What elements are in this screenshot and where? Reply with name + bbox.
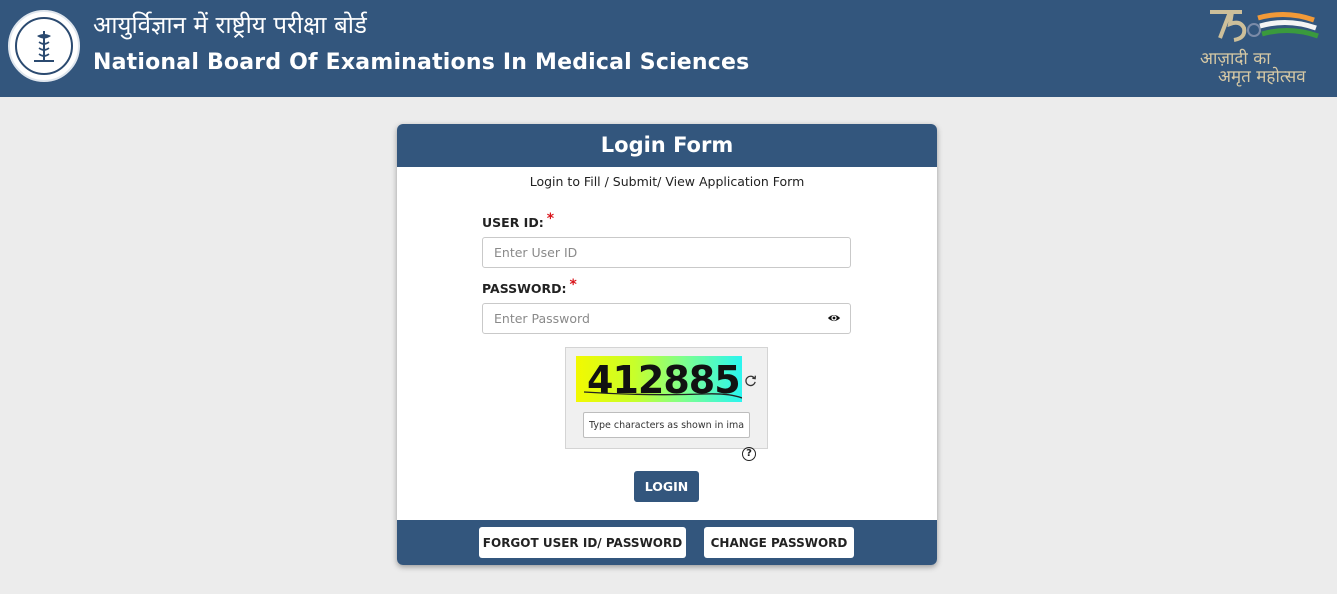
help-icon[interactable]: ? xyxy=(742,447,756,461)
login-button[interactable]: LOGIN xyxy=(634,471,699,502)
user-id-input[interactable] xyxy=(482,237,851,268)
required-mark: * xyxy=(546,211,555,227)
eye-icon[interactable] xyxy=(827,311,841,325)
forgot-user-id-password-button[interactable]: FORGOT USER ID/ PASSWORD xyxy=(479,527,686,558)
captcha-noise-line xyxy=(584,391,742,399)
azadi-ka-amrit-mahotsav-icon: आज़ादी का अमृत महोत्सव xyxy=(1196,8,1336,88)
user-id-label-text: USER ID: xyxy=(482,215,544,230)
login-form-subtitle: Login to Fill / Submit/ View Application… xyxy=(529,174,805,189)
login-form-title: Login Form xyxy=(397,124,937,167)
captcha-image: 412885 xyxy=(576,356,742,402)
caduceus-icon xyxy=(34,31,54,62)
user-id-label: USER ID: * xyxy=(482,211,554,231)
required-mark: * xyxy=(569,277,577,293)
refresh-icon[interactable] xyxy=(744,374,757,387)
site-header: आयुर्विज्ञान में राष्ट्रीय परीक्षा बोर्ड… xyxy=(0,0,1337,97)
nbems-emblem-icon xyxy=(8,10,80,82)
login-card-footer: FORGOT USER ID/ PASSWORD CHANGE PASSWORD xyxy=(397,520,937,565)
password-input[interactable] xyxy=(482,303,851,334)
captcha-input[interactable] xyxy=(583,412,750,438)
password-label: PASSWORD: * xyxy=(482,277,577,297)
header-title-hindi: आयुर्विज्ञान में राष्ट्रीय परीक्षा बोर्ड xyxy=(93,11,367,39)
password-label-text: PASSWORD: xyxy=(482,281,567,296)
captcha-panel: 412885 xyxy=(565,347,768,449)
amrit-text-line2: अमृत महोत्सव xyxy=(1218,67,1306,87)
login-card: Login Form Login to Fill / Submit/ View … xyxy=(397,124,937,565)
change-password-button[interactable]: CHANGE PASSWORD xyxy=(704,527,854,558)
amrit-75-graphic xyxy=(1210,10,1319,42)
header-title-english: National Board Of Examinations In Medica… xyxy=(93,50,750,75)
